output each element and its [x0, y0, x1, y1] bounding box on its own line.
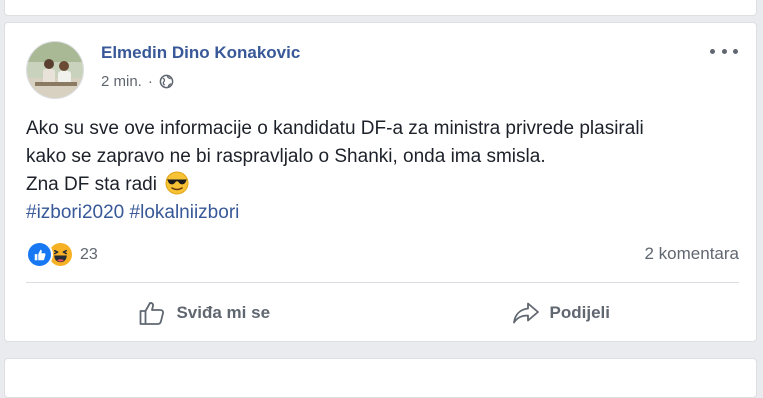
share-button-label: Podijeli: [549, 303, 610, 322]
post-text-line-with-emoji: Zna DF sta radi: [26, 171, 746, 199]
share-arrow-icon: [512, 301, 540, 325]
action-bar: Sviđa mi se Podijeli: [26, 291, 739, 335]
like-reaction-icon: [26, 241, 53, 268]
post-text-line: Zna DF sta radi: [26, 174, 157, 195]
post-timestamp[interactable]: 2 min.: [101, 73, 142, 90]
reaction-count[interactable]: 23: [80, 246, 98, 264]
thumbs-up-icon: [138, 300, 166, 326]
post-text-line: Ako su sve ove informacije o kandidatu D…: [26, 118, 644, 139]
hashtag-link[interactable]: #lokalniizbori: [130, 202, 240, 223]
post-meta: 2 min. ·: [101, 73, 174, 90]
divider: [26, 282, 739, 283]
sunglasses-emoji-icon: [164, 171, 190, 195]
like-button-label: Sviđa mi se: [176, 303, 271, 322]
hashtag-link[interactable]: #izbori2020: [26, 202, 124, 223]
hashtags: #izbori2020 #lokalniizbori: [26, 199, 746, 227]
post-body: Ako su sve ove informacije o kandidatu D…: [26, 115, 746, 227]
avatar-photo: [27, 42, 83, 98]
more-options-icon[interactable]: [710, 41, 738, 61]
post-text-line: kako se zapravo ne bi raspravljalo o Sha…: [26, 146, 546, 167]
meta-separator: ·: [147, 73, 153, 90]
comments-count[interactable]: 2 komentara: [645, 244, 740, 264]
post-card: Elmedin Dino Konakovic 2 min. · Ako su s…: [4, 22, 757, 342]
share-button[interactable]: Podijeli: [383, 291, 740, 335]
like-button[interactable]: Sviđa mi se: [26, 291, 383, 335]
globe-icon[interactable]: [159, 74, 174, 89]
next-post-card: [4, 358, 757, 398]
post-author[interactable]: Elmedin Dino Konakovic: [101, 43, 300, 63]
avatar[interactable]: [26, 41, 84, 99]
previous-post-card: [4, 0, 757, 16]
reactions-summary[interactable]: 23: [26, 241, 98, 268]
